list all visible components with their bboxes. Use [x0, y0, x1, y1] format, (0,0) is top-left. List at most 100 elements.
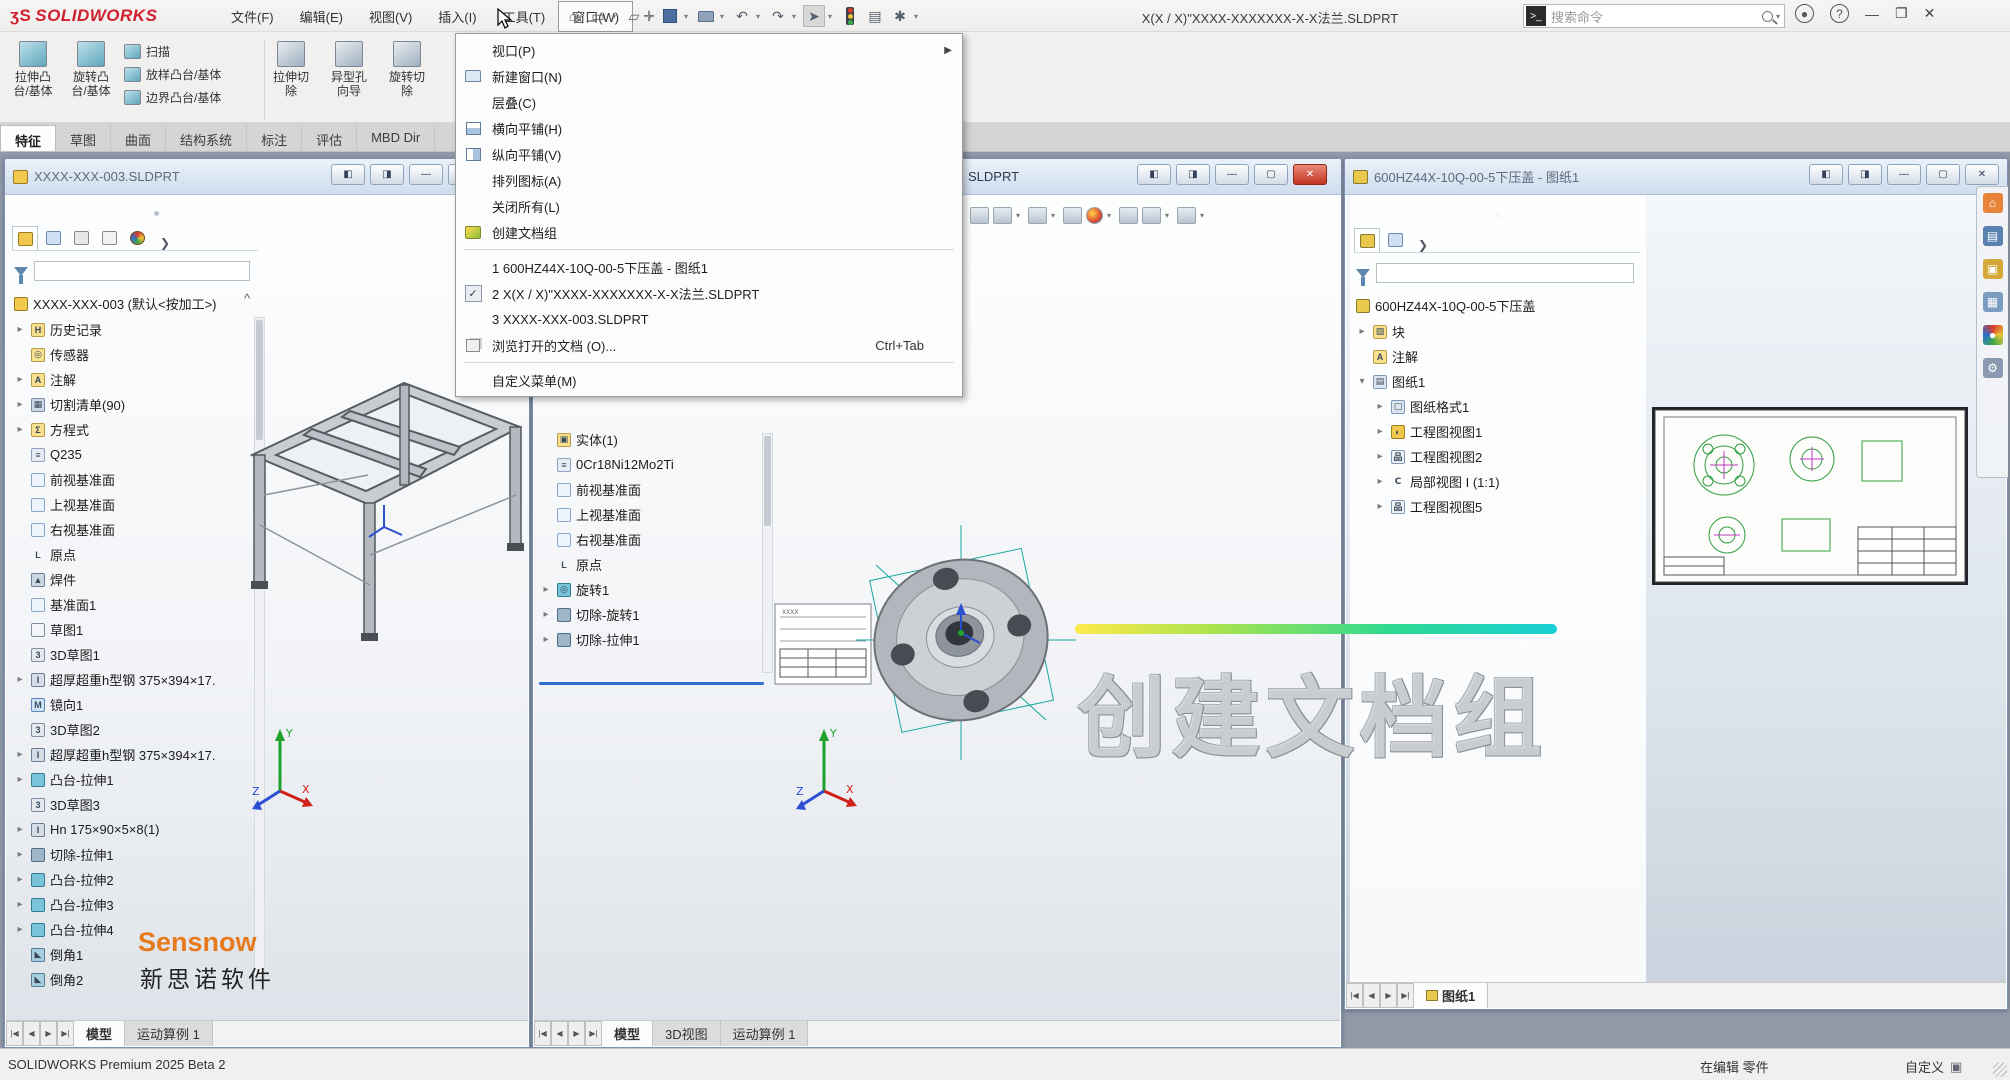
tree-filter[interactable] — [14, 259, 250, 283]
propertymanager-tab-icon[interactable] — [40, 226, 66, 250]
ribbon-tab-结构系统[interactable]: 结构系统 — [166, 125, 247, 151]
display-style-icon-dropdown[interactable]: ▾ — [1051, 211, 1059, 220]
tree-item[interactable]: 前视基准面 — [14, 467, 252, 492]
view-settings-icon-dropdown[interactable]: ▾ — [1165, 211, 1173, 220]
window-xxxx-xxx-003[interactable]: XXXX-XXX-003.SLDPRT ◧ ◨ — ▢ ✕ ❯ XXXX-XXX… — [4, 158, 530, 1048]
print-icon-dropdown[interactable]: ▾ — [720, 12, 728, 21]
user-account-icon[interactable]: ● — [1795, 4, 1814, 23]
redo-icon-dropdown[interactable]: ▾ — [792, 12, 800, 21]
tree-scrollbar[interactable] — [762, 433, 773, 673]
ribbon-button-hole-wizard[interactable]: 异型孔向导 — [320, 36, 378, 118]
split-right-button[interactable]: ◨ — [1176, 164, 1210, 185]
hide-show-icon[interactable] — [1063, 207, 1082, 224]
window-restore-button[interactable]: ▢ — [1926, 164, 1960, 185]
tree-item[interactable]: ≡0Cr18Ni12Mo2Ti — [540, 452, 772, 477]
window-menu-item[interactable]: 浏览打开的文档 (O)...Ctrl+Tab — [456, 332, 962, 358]
panel-splitter[interactable] — [154, 211, 159, 216]
tab-scroll-next[interactable]: ▶ — [568, 1021, 585, 1046]
tab-scroll-next[interactable]: ▶ — [1380, 983, 1397, 1008]
tab-scroll-prev[interactable]: ◀ — [1363, 983, 1380, 1008]
resize-grip-icon[interactable] — [1993, 1063, 2007, 1077]
monitor-icon-dropdown[interactable]: ▾ — [1200, 211, 1208, 220]
tree-item[interactable]: L原点 — [14, 542, 252, 567]
tree-item[interactable]: ▸凸台-拉伸3 — [14, 892, 252, 917]
save-icon[interactable] — [659, 5, 681, 27]
window-menu-item[interactable]: ✓2 X(X / X)"XXXX-XXXXXXX-X-X法兰.SLDPRT — [456, 280, 962, 306]
doc-tab-模型[interactable]: 模型 — [602, 1021, 653, 1046]
menu-i[interactable]: 插入(I) — [425, 2, 489, 31]
tree-item[interactable]: A注解 — [1356, 344, 1640, 369]
doc-tab-模型[interactable]: 模型 — [74, 1021, 125, 1046]
split-right-button[interactable]: ◨ — [1848, 164, 1882, 185]
window-minimize-button[interactable]: — — [1215, 164, 1249, 185]
window-close-button[interactable]: ✕ — [1293, 164, 1327, 185]
ribbon-button-boss-revolve[interactable]: 旋转凸台/基体 — [62, 36, 120, 118]
tree-item[interactable]: ▸▦切割清单(90) — [14, 392, 252, 417]
window-close-button[interactable]: ✕ — [1965, 164, 1999, 185]
view-orientation-icon[interactable] — [993, 207, 1012, 224]
close-button[interactable]: ✕ — [1924, 5, 1936, 22]
tree-item[interactable]: 33D草图2 — [14, 717, 252, 742]
featuremanager-tab-icon[interactable] — [12, 226, 38, 250]
ribbon-button-boundary[interactable]: 边界凸台/基体 — [124, 88, 221, 107]
tab-scroll-prev[interactable]: ◀ — [551, 1021, 568, 1046]
tree-item[interactable]: 上视基准面 — [14, 492, 252, 517]
tree-item[interactable]: ▸I超厚超重h型钢 375×394×17. — [14, 667, 252, 692]
section-view-icon[interactable] — [970, 207, 989, 224]
window-minimize-button[interactable]: — — [1887, 164, 1921, 185]
taskpane-design-library-icon[interactable]: ▤ — [1983, 226, 2003, 246]
tree-item[interactable]: ▸Ⅽ局部视图 I (1:1) — [1356, 469, 1640, 494]
tree-item[interactable]: ≡Q235 — [14, 442, 252, 467]
ribbon-button-sweep[interactable]: 扫描 — [124, 42, 221, 61]
tree-item[interactable]: ▲焊件 — [14, 567, 252, 592]
monitor-icon[interactable] — [1177, 207, 1196, 224]
appearance-ball-icon[interactable] — [1086, 207, 1103, 224]
tree-item[interactable]: ▸凸台-拉伸1 — [14, 767, 252, 792]
window-menu-item[interactable]: 3 XXXX-XXX-003.SLDPRT — [456, 306, 962, 332]
ribbon-tab-特征[interactable]: 特征 — [0, 125, 56, 151]
window-menu-item[interactable]: 自定义菜单(M) — [456, 367, 962, 393]
window-drawing-600hz44x[interactable]: 600HZ44X-10Q-00-5下压盖 - 图纸1 ◧ ◨ — ▢ ✕ ❯ 6… — [1344, 158, 2008, 1010]
select-cursor-icon[interactable]: ➤ — [803, 5, 825, 27]
new-doc-icon-dropdown[interactable]: ▾ — [612, 12, 620, 21]
tree-item[interactable]: ▾▤图纸1 — [1356, 369, 1640, 394]
tree-item[interactable]: 33D草图1 — [14, 642, 252, 667]
taskpane-home-icon[interactable]: ⌂ — [1983, 193, 2003, 213]
window-menu-item[interactable]: 关闭所有(L) — [456, 193, 962, 219]
tree-item[interactable]: 基准面1 — [14, 592, 252, 617]
restore-button[interactable]: ❐ — [1895, 5, 1908, 22]
window-menu-item[interactable]: 1 600HZ44X-10Q-00-5下压盖 - 图纸1 — [456, 254, 962, 280]
view-orientation-icon-dropdown[interactable]: ▾ — [1016, 211, 1024, 220]
propertymanager-tab-icon[interactable] — [1382, 228, 1408, 252]
open-icon-dropdown[interactable]: ▾ — [648, 12, 656, 21]
tab-scroll-last[interactable]: ▶| — [585, 1021, 602, 1046]
tree-item[interactable]: ▸IHn 175×90×5×8(1) — [14, 817, 252, 842]
ribbon-tab-标注[interactable]: 标注 — [247, 125, 302, 151]
window-restore-button[interactable]: ▢ — [1254, 164, 1288, 185]
drawing-sheet[interactable] — [1652, 407, 1968, 585]
tree-item[interactable]: ◎传感器 — [14, 342, 252, 367]
tree-item[interactable]: ▸品工程图视图2 — [1356, 444, 1640, 469]
tab-scroll-first[interactable]: |◀ — [534, 1021, 551, 1046]
taskpane-appearances-icon[interactable]: ● — [1983, 325, 2003, 345]
ribbon-button-cut-extrude[interactable]: 拉伸切除 — [262, 36, 320, 118]
home-icon[interactable]: ⌂ — [562, 5, 584, 27]
tree-item[interactable]: ▸H历史记录 — [14, 317, 252, 342]
window-menu-item[interactable]: 视口(P)▶ — [456, 37, 962, 63]
ribbon-tab-曲面[interactable]: 曲面 — [111, 125, 166, 151]
displaymanager-tab-icon[interactable] — [124, 226, 150, 250]
tree-item[interactable]: ▣实体(1) — [540, 427, 772, 452]
flange-model-viewport[interactable] — [856, 525, 1076, 760]
tree-item[interactable]: ▸切除-拉伸1 — [540, 627, 772, 652]
help-icon[interactable]: ? — [1830, 4, 1849, 23]
tree-item[interactable]: 右视基准面 — [540, 527, 772, 552]
tree-item[interactable]: 前视基准面 — [540, 477, 772, 502]
tree-item[interactable]: ▸◎旋转1 — [540, 577, 772, 602]
taskpane-view-palette-icon[interactable]: ▦ — [1983, 292, 2003, 312]
split-left-button[interactable]: ◧ — [331, 164, 365, 185]
tree-item[interactable]: M镜向1 — [14, 692, 252, 717]
split-left-button[interactable]: ◧ — [1137, 164, 1171, 185]
scene-icon[interactable] — [1119, 207, 1138, 224]
tree-item[interactable]: ▸切除-拉伸1 — [14, 842, 252, 867]
open-icon[interactable]: ▱ — [623, 5, 645, 27]
